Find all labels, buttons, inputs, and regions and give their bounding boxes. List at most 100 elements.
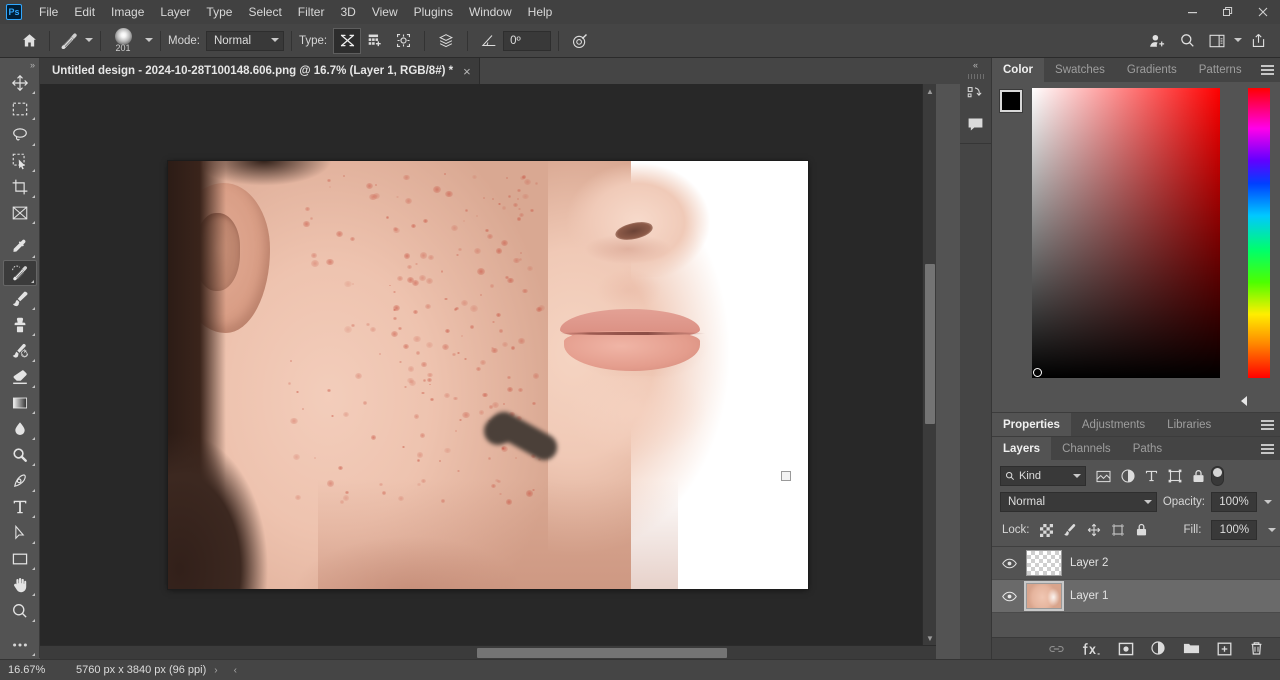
blend-mode-select[interactable]: Normal <box>205 30 284 51</box>
panel-menu-icon[interactable] <box>1261 413 1274 437</box>
brush-tool[interactable] <box>3 286 37 312</box>
pressure-for-size-icon[interactable] <box>566 28 594 54</box>
hand-tool[interactable] <box>3 572 37 598</box>
tab-paths[interactable]: Paths <box>1121 437 1174 460</box>
tool-preset-picker[interactable] <box>57 30 93 52</box>
layer-name[interactable]: Layer 2 <box>1070 557 1108 569</box>
horizontal-scroll-thumb[interactable] <box>477 648 727 658</box>
tab-adjustments[interactable]: Adjustments <box>1070 413 1157 436</box>
close-button[interactable] <box>1245 0 1280 24</box>
status-expand-icon[interactable]: › <box>206 665 225 676</box>
filter-toggle[interactable] <box>1211 466 1224 486</box>
blur-tool[interactable] <box>3 416 37 442</box>
vertical-scroll-thumb[interactable] <box>925 264 935 424</box>
lasso-tool[interactable] <box>3 122 37 148</box>
canvas-horizontal-scrollbar[interactable] <box>40 645 936 659</box>
eyedropper-tool[interactable] <box>3 234 37 260</box>
minimize-button[interactable] <box>1175 0 1210 24</box>
menu-type[interactable]: Type <box>198 2 240 22</box>
delete-layer-icon[interactable] <box>1249 641 1264 656</box>
type-tool[interactable] <box>3 494 37 520</box>
lock-position-icon[interactable] <box>1087 523 1101 537</box>
zoom-level[interactable]: 16.67% <box>0 664 62 676</box>
fill-chevron-down-icon[interactable] <box>1267 526 1276 535</box>
angle-input[interactable]: 0º <box>503 30 552 51</box>
menu-edit[interactable]: Edit <box>66 2 103 22</box>
edit-toolbar-tool[interactable] <box>3 632 37 658</box>
brush-preset-chevron-down-icon[interactable] <box>144 36 153 45</box>
pen-tool[interactable] <box>3 468 37 494</box>
opacity-chevron-down-icon[interactable] <box>1263 498 1272 507</box>
chevron-down-icon[interactable] <box>84 36 93 45</box>
status-collapse-icon[interactable]: ‹ <box>226 665 245 676</box>
content-aware-button[interactable] <box>333 27 362 54</box>
filter-smart-object-icon[interactable] <box>1192 469 1205 483</box>
filter-type-icon[interactable] <box>1145 469 1158 483</box>
scroll-down-arrow[interactable]: ▼ <box>923 631 937 645</box>
menu-select[interactable]: Select <box>240 2 289 22</box>
foreground-background-swatches[interactable] <box>999 89 1035 125</box>
create-texture-button[interactable] <box>361 28 389 54</box>
restore-button[interactable] <box>1210 0 1245 24</box>
document-tab[interactable]: Untitled design - 2024-10-28T100148.606.… <box>40 58 480 84</box>
history-brush-tool[interactable] <box>3 338 37 364</box>
crop-tool[interactable] <box>3 174 37 200</box>
tab-channels[interactable]: Channels <box>1051 437 1122 460</box>
tab-color[interactable]: Color <box>992 58 1045 82</box>
tab-libraries[interactable]: Libraries <box>1156 413 1223 436</box>
tab-properties[interactable]: Properties <box>992 413 1071 436</box>
new-fill-adjustment-icon[interactable] <box>1151 641 1166 656</box>
add-layer-mask-icon[interactable] <box>1118 642 1134 656</box>
scroll-up-arrow[interactable]: ▲ <box>923 84 937 98</box>
layer-name[interactable]: Layer 1 <box>1070 590 1108 602</box>
share-user-icon[interactable] <box>1143 28 1171 54</box>
search-icon[interactable] <box>1173 28 1201 54</box>
spot-healing-brush-tool[interactable] <box>2 259 37 286</box>
layer-visibility-eye-icon[interactable] <box>1000 558 1018 569</box>
object-selection-tool[interactable] <box>3 148 37 174</box>
close-icon[interactable]: × <box>463 64 471 79</box>
menu-3d[interactable]: 3D <box>332 2 363 22</box>
rectangle-tool[interactable] <box>3 546 37 572</box>
clone-stamp-tool[interactable] <box>3 312 37 338</box>
rectangular-marquee-tool[interactable] <box>3 96 37 122</box>
menu-filter[interactable]: Filter <box>290 2 333 22</box>
lock-artboard-nesting-icon[interactable] <box>1111 523 1125 537</box>
layer-thumbnail[interactable] <box>1026 550 1062 576</box>
layer-visibility-eye-icon[interactable] <box>1000 591 1018 602</box>
comments-icon[interactable] <box>960 109 992 139</box>
menu-plugins[interactable]: Plugins <box>406 2 461 22</box>
fill-value[interactable]: 100% <box>1211 520 1258 540</box>
brush-size-preview[interactable]: 201 <box>108 26 138 56</box>
workspace-chevron-down-icon[interactable] <box>1233 36 1242 45</box>
panel-menu-icon[interactable] <box>1261 58 1274 82</box>
menu-file[interactable]: File <box>31 2 66 22</box>
tab-gradients[interactable]: Gradients <box>1115 58 1188 82</box>
sample-all-layers-icon[interactable] <box>432 28 460 54</box>
foreground-color-swatch[interactable] <box>999 89 1023 113</box>
hue-strip[interactable] <box>1248 88 1270 378</box>
layer-blend-mode-select[interactable]: Normal <box>1000 492 1157 512</box>
menu-help[interactable]: Help <box>520 2 561 22</box>
filter-pixel-icon[interactable] <box>1096 470 1111 483</box>
filter-kind-select[interactable]: Kind <box>1000 466 1086 486</box>
selection-handle[interactable] <box>781 471 791 481</box>
lock-transparent-pixels-icon[interactable] <box>1039 523 1053 537</box>
lock-image-pixels-icon[interactable] <box>1063 523 1077 537</box>
libraries-icon[interactable] <box>960 79 992 109</box>
new-group-icon[interactable] <box>1183 642 1200 655</box>
move-tool[interactable] <box>3 70 37 96</box>
lock-all-icon[interactable] <box>1135 523 1148 537</box>
artboard[interactable] <box>168 161 808 589</box>
menu-image[interactable]: Image <box>103 2 152 22</box>
link-layers-icon[interactable] <box>1048 643 1065 655</box>
dodge-tool[interactable] <box>3 442 37 468</box>
color-field-cursor[interactable] <box>1033 368 1042 377</box>
layer-thumbnail[interactable] <box>1024 581 1064 611</box>
canvas-area[interactable] <box>40 84 936 659</box>
tab-layers[interactable]: Layers <box>992 437 1052 460</box>
workspace-icon[interactable] <box>1203 28 1231 54</box>
filter-shape-icon[interactable] <box>1168 469 1182 483</box>
path-selection-tool[interactable] <box>3 520 37 546</box>
layer-style-fx-icon[interactable] <box>1082 642 1101 656</box>
